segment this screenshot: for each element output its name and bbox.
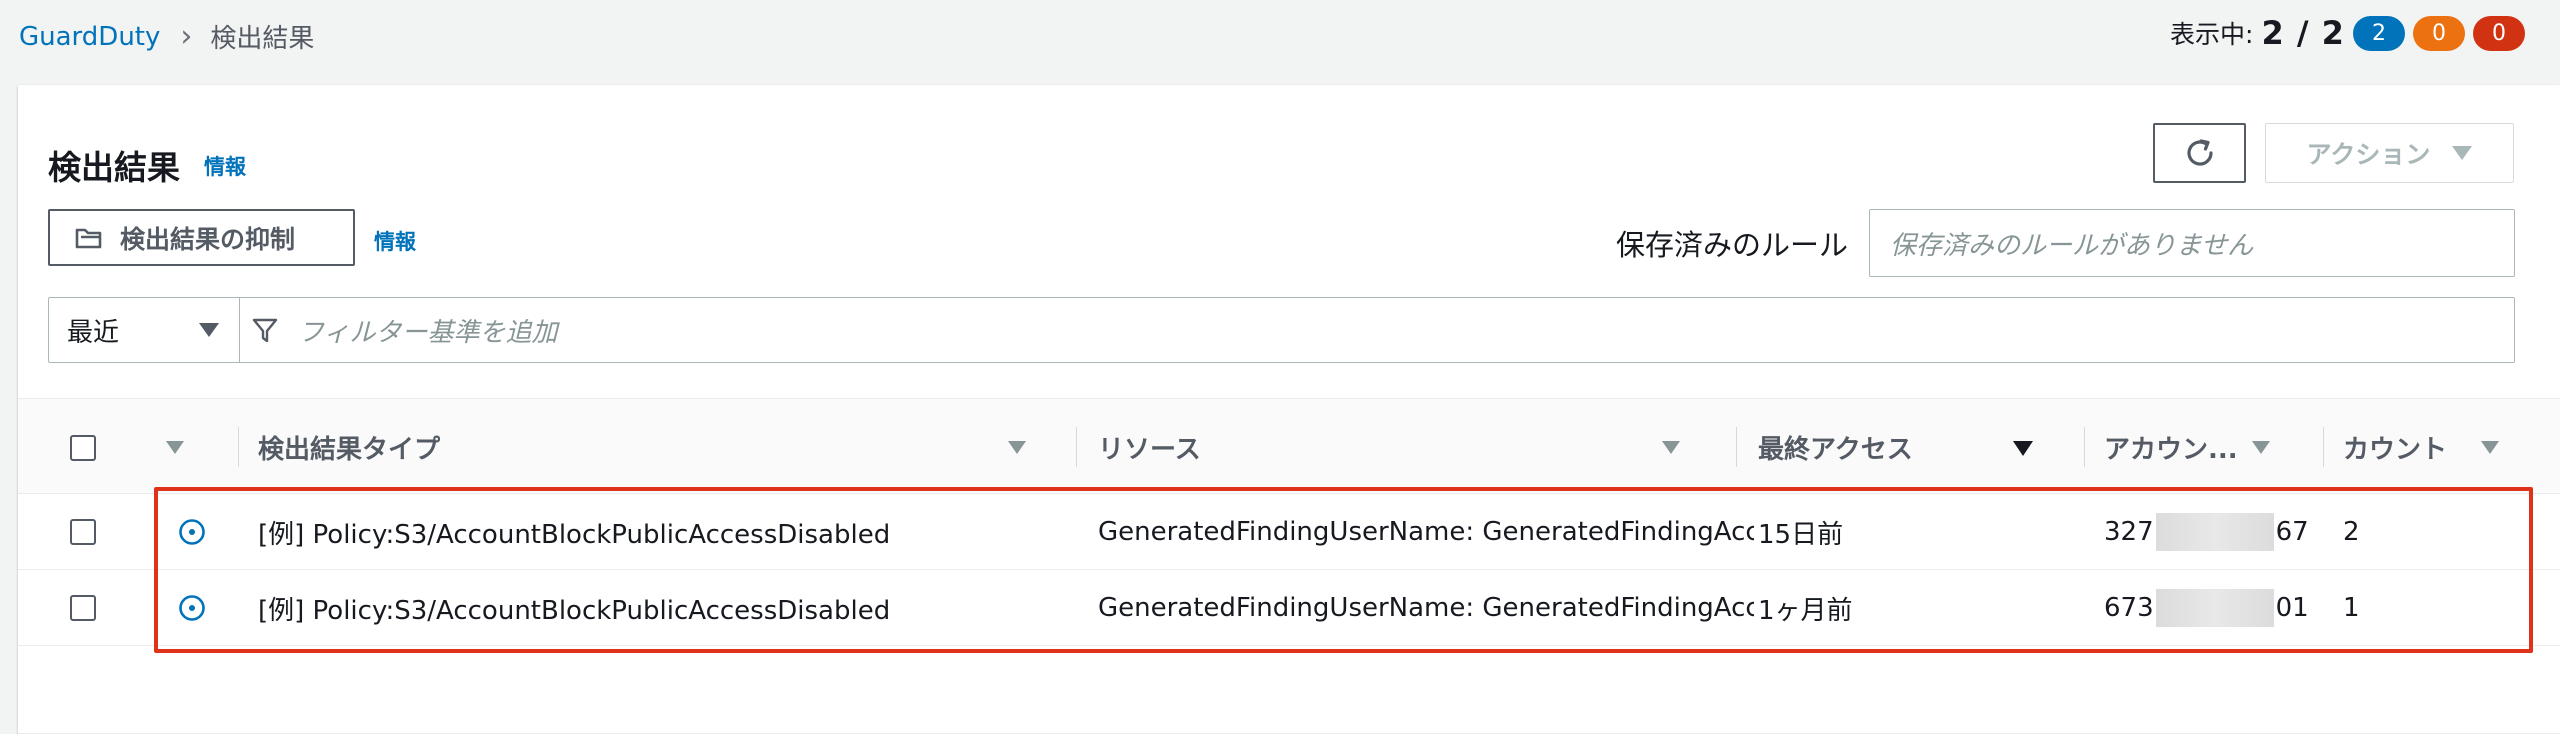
actions-dropdown-button[interactable]: アクション (2265, 123, 2514, 183)
column-divider (2323, 427, 2324, 467)
row-checkbox[interactable] (70, 519, 96, 545)
refresh-button[interactable] (2153, 123, 2246, 183)
account-prefix: 327 (2104, 517, 2154, 547)
account-cell: 673 01 (2104, 570, 2314, 646)
filter-icon (252, 318, 278, 343)
last-seen-cell: 15日前 (1758, 519, 1844, 550)
table-row[interactable]: [例] Policy:S3/AccountBlockPublicAccessDi… (18, 570, 2560, 646)
counter-label: 表示中: (2170, 20, 2254, 49)
folder-icon (75, 228, 102, 248)
table-header: 検出結果タイプ リソース 最終アクセス アカウン... カウント (18, 398, 2560, 494)
caret-down-icon (199, 323, 219, 337)
time-range-select[interactable]: 最近 (49, 298, 240, 362)
table-empty-space (18, 646, 2560, 734)
medium-severity-badge[interactable]: 0 (2412, 15, 2465, 51)
account-suffix: 01 (2275, 593, 2309, 623)
finding-type-cell[interactable]: [例] Policy:S3/AccountBlockPublicAccessDi… (258, 570, 1058, 646)
breadcrumb-guardduty-link[interactable]: GuardDuty (19, 22, 160, 52)
info-status-icon (179, 519, 205, 545)
resource-cell: GeneratedFindingUserName: GeneratedFindi… (1098, 517, 1754, 547)
select-all-checkbox[interactable] (70, 435, 96, 461)
counter-value: 2 / 2 (2261, 14, 2345, 52)
header-finding-type[interactable]: 検出結果タイプ (258, 399, 440, 495)
info-status-icon (179, 595, 205, 621)
account-suffix: 67 (2275, 517, 2309, 547)
column-divider (2084, 427, 2085, 467)
column-divider (1736, 427, 1737, 467)
filter-placeholder: フィルター基準を追加 (298, 317, 558, 348)
saved-rules-select[interactable]: 保存済みのルールがありません (1869, 209, 2515, 277)
account-prefix: 673 (2104, 593, 2154, 623)
column-divider (1076, 427, 1077, 467)
time-range-value: 最近 (67, 317, 120, 348)
row-checkbox[interactable] (70, 595, 96, 621)
sort-caret-icon[interactable] (1008, 441, 1026, 454)
column-divider (238, 427, 239, 467)
top-bar: GuardDuty › 検出結果 表示中: 2 / 2 2 0 0 (0, 0, 2560, 72)
resource-cell: GeneratedFindingUserName: GeneratedFindi… (1098, 593, 1754, 623)
sort-caret-icon[interactable] (2481, 441, 2499, 454)
suppress-info-link[interactable]: 情報 (374, 226, 416, 256)
account-cell: 327 67 (2104, 494, 2314, 570)
low-severity-badge[interactable]: 2 (2352, 15, 2405, 51)
caret-down-icon (2452, 146, 2473, 160)
filter-bar: 最近 フィルター基準を追加 (48, 297, 2515, 363)
saved-rules-label: 保存済みのルール (1616, 228, 1849, 262)
suppress-label: 検出結果の抑制 (120, 224, 296, 254)
count-cell: 2 (2343, 517, 2360, 547)
redacted-block (2155, 589, 2274, 627)
chevron-right-icon: › (180, 18, 193, 54)
header-count[interactable]: カウント (2343, 399, 2447, 495)
table-row[interactable]: [例] Policy:S3/AccountBlockPublicAccessDi… (18, 494, 2560, 570)
findings-panel: 検出結果 情報 アクション 検出結果の抑制 情報 保存済みのルール 保存済みのル… (18, 85, 2560, 734)
title-info-link[interactable]: 情報 (204, 151, 246, 181)
breadcrumb: GuardDuty › 検出結果 (19, 18, 314, 55)
filter-input[interactable]: フィルター基準を追加 (240, 298, 2514, 362)
sort-caret-icon[interactable] (2252, 441, 2270, 454)
header-resource[interactable]: リソース (1098, 399, 1201, 495)
finding-type-cell[interactable]: [例] Policy:S3/AccountBlockPublicAccessDi… (258, 494, 1058, 570)
count-cell: 1 (2343, 593, 2360, 623)
findings-counter: 表示中: 2 / 2 2 0 0 (2170, 14, 2525, 52)
status-sort-caret-icon[interactable] (166, 441, 184, 454)
high-severity-badge[interactable]: 0 (2472, 15, 2525, 51)
sort-caret-icon[interactable] (1662, 441, 1680, 454)
page-title: 検出結果 (48, 148, 180, 187)
header-account[interactable]: アカウン... (2104, 399, 2238, 495)
last-seen-cell: 1ヶ月前 (1758, 595, 1853, 626)
suppress-findings-button[interactable]: 検出結果の抑制 (48, 209, 355, 266)
redacted-block (2155, 513, 2274, 551)
actions-label: アクション (2306, 140, 2431, 169)
header-last-seen[interactable]: 最終アクセス (1758, 399, 1913, 495)
sort-active-caret-icon[interactable] (2013, 441, 2033, 456)
breadcrumb-current: 検出結果 (210, 24, 315, 54)
refresh-icon (2186, 139, 2213, 166)
